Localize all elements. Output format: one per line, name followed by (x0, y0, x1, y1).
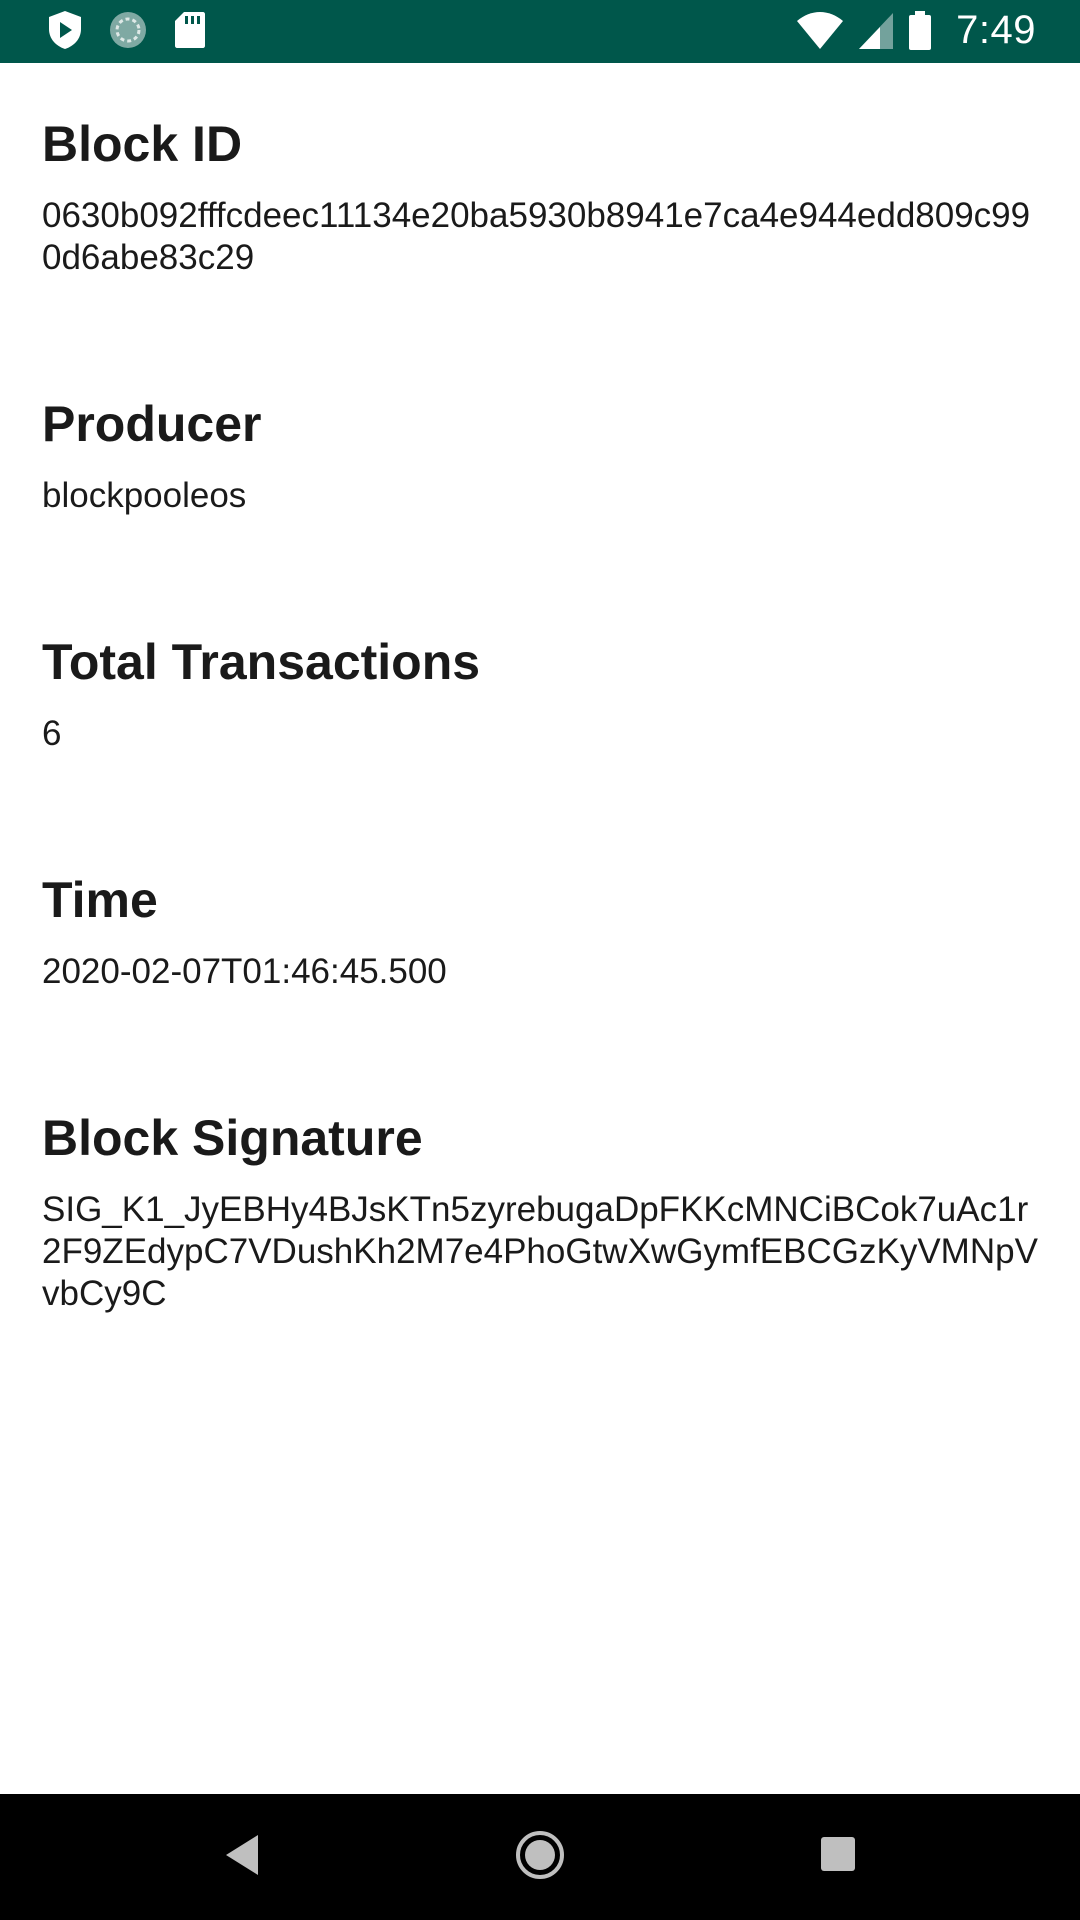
block-signature-section: Block Signature SIG_K1_JyEBHy4BJsKTn5zyr… (42, 1109, 1042, 1315)
producer-heading: Producer (42, 396, 262, 452)
back-icon[interactable] (222, 1832, 262, 1883)
total-transactions-section: Total Transactions 6 (42, 633, 1042, 755)
time-section: Time 2020-02-07T01:46:45.500 (42, 871, 1042, 993)
producer-section: Producer blockpooleos (42, 395, 1042, 517)
signal-icon (858, 12, 894, 50)
home-icon[interactable] (515, 1830, 565, 1885)
block-id-value: 0630b092fffcdeec11134e20ba5930b8941e7ca4… (42, 196, 1031, 277)
producer-value: blockpooleos (42, 476, 247, 515)
sync-icon (108, 10, 148, 50)
status-bar: 7:49 (0, 0, 1080, 63)
total-transactions-value: 6 (42, 714, 62, 753)
play-protect-icon (48, 10, 82, 50)
time-heading: Time (42, 872, 158, 928)
battery-icon (908, 10, 932, 51)
block-signature-heading: Block Signature (42, 1110, 423, 1166)
clock: 7:49 (956, 8, 1036, 52)
block-id-heading: Block ID (42, 116, 243, 172)
block-id-section: Block ID 0630b092fffcdeec11134e20ba5930b… (42, 115, 1042, 279)
total-transactions-heading: Total Transactions (42, 634, 481, 690)
sd-card-icon (174, 11, 206, 49)
block-signature-value: SIG_K1_JyEBHy4BJsKTn5zyrebugaDpFKKcMNCiB… (42, 1190, 1038, 1313)
recents-icon[interactable] (820, 1836, 856, 1877)
time-value: 2020-02-07T01:46:45.500 (42, 952, 447, 991)
navigation-bar (0, 1794, 1080, 1920)
wifi-icon (796, 11, 844, 50)
